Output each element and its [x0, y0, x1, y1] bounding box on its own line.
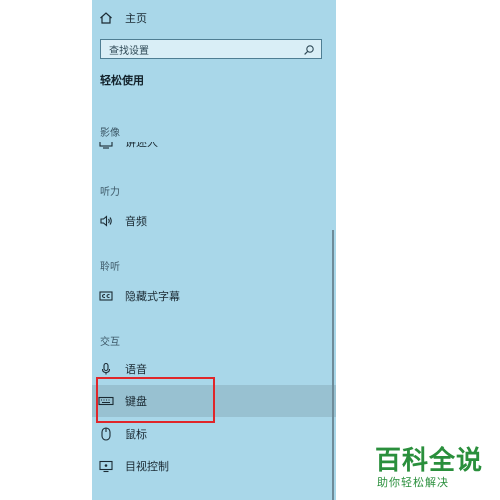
section-listening: 聆听: [100, 262, 120, 273]
nav-eye-control-label: 目视控制: [125, 460, 169, 473]
nav-narrator-label: 讲述人: [125, 142, 158, 149]
nav-narrator[interactable]: 讲述人: [92, 142, 336, 153]
page-title: 轻松使用: [100, 74, 144, 87]
watermark-subtitle: 助你轻松解决: [377, 476, 449, 489]
nav-captions[interactable]: 隐藏式字幕: [92, 284, 336, 308]
settings-sidebar: 主页 查找设置 轻松使用 影像 讲述人 听力 音频 聆听 隐藏式字幕 交互 语音…: [92, 0, 336, 500]
nav-mouse[interactable]: 鼠标: [92, 422, 336, 446]
watermark-title: 百科全说: [375, 446, 484, 476]
search-placeholder: 查找设置: [109, 45, 149, 57]
section-vision: 影像: [100, 128, 120, 139]
section-hearing: 听力: [100, 187, 120, 198]
nav-audio[interactable]: 音频: [92, 209, 336, 233]
search-icon[interactable]: [303, 44, 315, 56]
speaker-icon: [98, 213, 114, 229]
nav-home[interactable]: 主页: [92, 6, 336, 30]
search-input[interactable]: 查找设置: [100, 39, 322, 59]
nav-eye-control[interactable]: 目视控制: [92, 454, 336, 478]
nav-captions-label: 隐藏式字幕: [125, 290, 180, 303]
microphone-icon: [98, 361, 114, 377]
section-interaction: 交互: [100, 337, 120, 348]
narrator-item-clipped[interactable]: 讲述人: [92, 142, 336, 153]
nav-audio-label: 音频: [125, 215, 147, 228]
scrollbar[interactable]: [332, 230, 334, 500]
narrator-icon: [98, 142, 114, 150]
annotation-highlight-box: [96, 377, 215, 423]
nav-mouse-label: 鼠标: [125, 428, 147, 441]
closed-captions-icon: [98, 288, 114, 304]
home-icon: [98, 10, 114, 26]
nav-speech-label: 语音: [125, 363, 147, 376]
eye-control-icon: [98, 458, 114, 474]
nav-home-label: 主页: [125, 12, 147, 25]
mouse-icon: [98, 426, 114, 442]
